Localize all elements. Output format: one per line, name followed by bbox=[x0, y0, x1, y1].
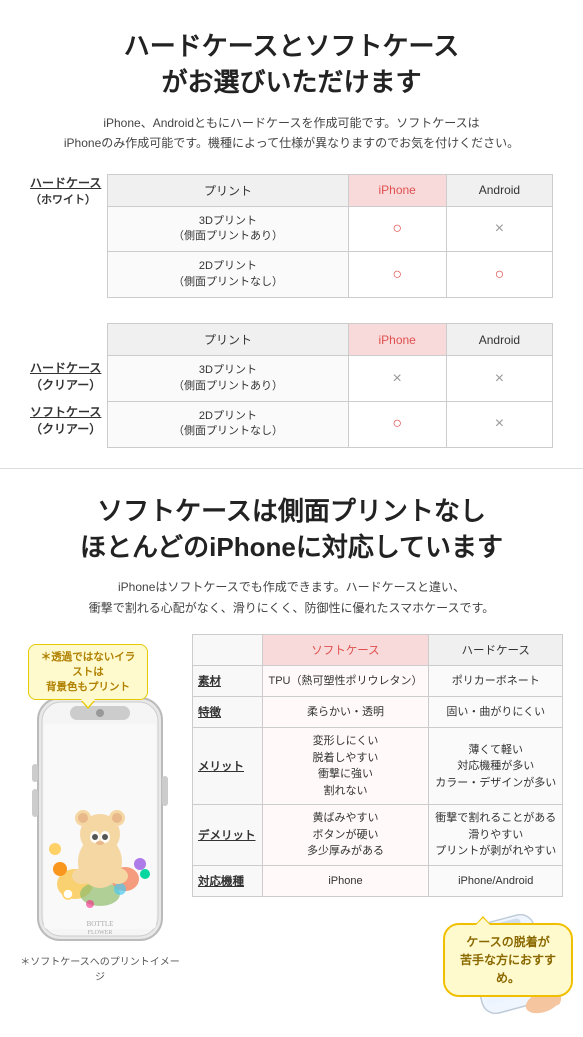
print-2d: 2Dプリント（側面プリントなし） bbox=[108, 252, 348, 298]
soft-cell: 変形しにくい 脱着しやすい 衝撃に強い 割れない bbox=[262, 728, 429, 805]
hard-case-white-label: ハードケース bbox=[30, 174, 101, 191]
table2-wrapper: ハードケース （クリアー） ソフトケース （クリアー） プリント iPhone … bbox=[30, 323, 553, 448]
row-label-cell: 素材 bbox=[193, 666, 263, 697]
phone-caption: ＊ソフトケースへのプリントイメージ bbox=[20, 953, 180, 983]
col-android-2: Android bbox=[446, 324, 552, 356]
table-row: 対応機種iPhoneiPhone/Android bbox=[193, 865, 563, 896]
col-print: プリント bbox=[108, 174, 348, 206]
hard-case-clear-sub: （クリアー） bbox=[30, 378, 101, 392]
section2-content: ＊透過ではないイラストは 背景色もプリント bbox=[20, 634, 563, 1017]
soft-cell: TPU（熱可塑性ポリウレタン） bbox=[262, 666, 429, 697]
col-android-1: Android bbox=[446, 174, 552, 206]
phone-area: ＊透過ではないイラストは 背景色もプリント bbox=[20, 634, 180, 983]
footer-balloon: ケースの脱着が 苦手な方におすすめ。 bbox=[443, 923, 573, 997]
soft-cell: iPhone bbox=[262, 865, 429, 896]
col-iphone-1: iPhone bbox=[348, 174, 446, 206]
footer-balloon-area: ＊ソフトケースへのプリントイメージ bbox=[20, 953, 180, 983]
table1-right: プリント iPhone Android 3Dプリント（側面プリントあり） ○ ×… bbox=[107, 174, 553, 299]
section1-subtitle: iPhone、Androidともにハードケースを作成可能です。ソフトケースは i… bbox=[30, 113, 553, 154]
iphone-2d-clear: ○ bbox=[348, 401, 446, 447]
col-iphone-2: iPhone bbox=[348, 324, 446, 356]
balloon-text: ＊透過ではないイラストは 背景色もプリント bbox=[28, 644, 148, 700]
soft-cell: 柔らかい・透明 bbox=[262, 697, 429, 728]
table-row: デメリット黄ばみやすい ボタンが硬い 多少厚みがある衝撃で割れることがある 滑り… bbox=[193, 805, 563, 866]
table2-right: プリント iPhone Android 3Dプリント（側面プリントあり） × ×… bbox=[107, 323, 553, 448]
col-empty bbox=[193, 635, 263, 666]
soft-case-clear-sub: （クリアー） bbox=[30, 422, 101, 436]
hard-cell: 衝撃で割れることがある 滑りやすい プリントが剥がれやすい bbox=[429, 805, 563, 866]
row-label-cell: 対応機種 bbox=[193, 865, 263, 896]
print-2d-clear: 2Dプリント（側面プリントなし） bbox=[108, 401, 348, 447]
section2-subtitle: iPhoneはソフトケースでも作成できます。ハードケースと違い、 衝撃で割れる心… bbox=[20, 577, 563, 618]
comparison-table-wrap: ソフトケース ハードケース 素材TPU（熱可塑性ポリウレタン）ポリカーボネート特… bbox=[192, 634, 563, 1017]
android-2d-white: ○ bbox=[446, 252, 552, 298]
iphone-3d-clear: × bbox=[348, 356, 446, 402]
col-soft: ソフトケース bbox=[262, 635, 429, 666]
soft-case-clear-label: ソフトケース bbox=[30, 405, 101, 419]
table2: プリント iPhone Android 3Dプリント（側面プリントあり） × ×… bbox=[107, 323, 553, 448]
section1: ハードケースとソフトケース がお選びいただけます iPhone、Androidと… bbox=[0, 0, 583, 468]
row-label-cell: メリット bbox=[193, 728, 263, 805]
col-hard: ハードケース bbox=[429, 635, 563, 666]
soft-case-clear-label-block: ソフトケース （クリアー） bbox=[30, 403, 101, 437]
comparison-table: ソフトケース ハードケース 素材TPU（熱可塑性ポリウレタン）ポリカーボネート特… bbox=[192, 634, 563, 897]
table-row: 2Dプリント（側面プリントなし） ○ ○ bbox=[108, 252, 553, 298]
hard-case-white-sub: （ホワイト） bbox=[30, 191, 101, 207]
table-row: 特徴柔らかい・透明固い・曲がりにくい bbox=[193, 697, 563, 728]
svg-text:FLOWER: FLOWER bbox=[88, 930, 113, 936]
row-label-cell: デメリット bbox=[193, 805, 263, 866]
android-3d-white: × bbox=[446, 206, 552, 252]
table-row: 3Dプリント（側面プリントあり） ○ × bbox=[108, 206, 553, 252]
table1-left-label: ハードケース （ホワイト） bbox=[30, 174, 107, 207]
hard-cell: iPhone/Android bbox=[429, 865, 563, 896]
section2-title: ソフトケースは側面プリントなし ほとんどのiPhoneに対応しています bbox=[20, 493, 563, 566]
hard-cell: ポリカーボネート bbox=[429, 666, 563, 697]
soft-cell: 黄ばみやすい ボタンが硬い 多少厚みがある bbox=[262, 805, 429, 866]
table-row: 3Dプリント（側面プリントあり） × × bbox=[108, 356, 553, 402]
col-print-2: プリント bbox=[108, 324, 348, 356]
svg-text:BOTTLE: BOTTLE bbox=[87, 920, 114, 928]
hard-case-clear-label-block: ハードケース （クリアー） bbox=[30, 359, 101, 393]
table-row: 2Dプリント（側面プリントなし） ○ × bbox=[108, 401, 553, 447]
table1: プリント iPhone Android 3Dプリント（側面プリントあり） ○ ×… bbox=[107, 174, 553, 299]
android-3d-clear: × bbox=[446, 356, 552, 402]
table2-left-labels: ハードケース （クリアー） ソフトケース （クリアー） bbox=[30, 323, 107, 447]
print-3d-clear: 3Dプリント（側面プリントあり） bbox=[108, 356, 348, 402]
table-row: 素材TPU（熱可塑性ポリウレタン）ポリカーボネート bbox=[193, 666, 563, 697]
row-label-cell: 特徴 bbox=[193, 697, 263, 728]
iphone-3d-white: ○ bbox=[348, 206, 446, 252]
hard-cell: 薄くて軽い 対応機種が多い カラー・デザインが多い bbox=[429, 728, 563, 805]
section1-title: ハードケースとソフトケース がお選びいただけます bbox=[30, 28, 553, 101]
phone-svg: BOTTLE FLOWER bbox=[30, 694, 170, 944]
print-3d: 3Dプリント（側面プリントあり） bbox=[108, 206, 348, 252]
hard-cell: 固い・曲がりにくい bbox=[429, 697, 563, 728]
hard-case-clear-label: ハードケース bbox=[30, 361, 101, 375]
table1-wrapper: ハードケース （ホワイト） プリント iPhone Android 3Dプリント… bbox=[30, 174, 553, 299]
android-2d-clear: × bbox=[446, 401, 552, 447]
table-row: メリット変形しにくい 脱着しやすい 衝撃に強い 割れない薄くて軽い 対応機種が多… bbox=[193, 728, 563, 805]
phone-illustration: BOTTLE FLOWER bbox=[30, 694, 170, 947]
iphone-2d-white: ○ bbox=[348, 252, 446, 298]
soft-clear-area: ケースの脱着が 苦手な方におすすめ。 bbox=[192, 907, 563, 1017]
